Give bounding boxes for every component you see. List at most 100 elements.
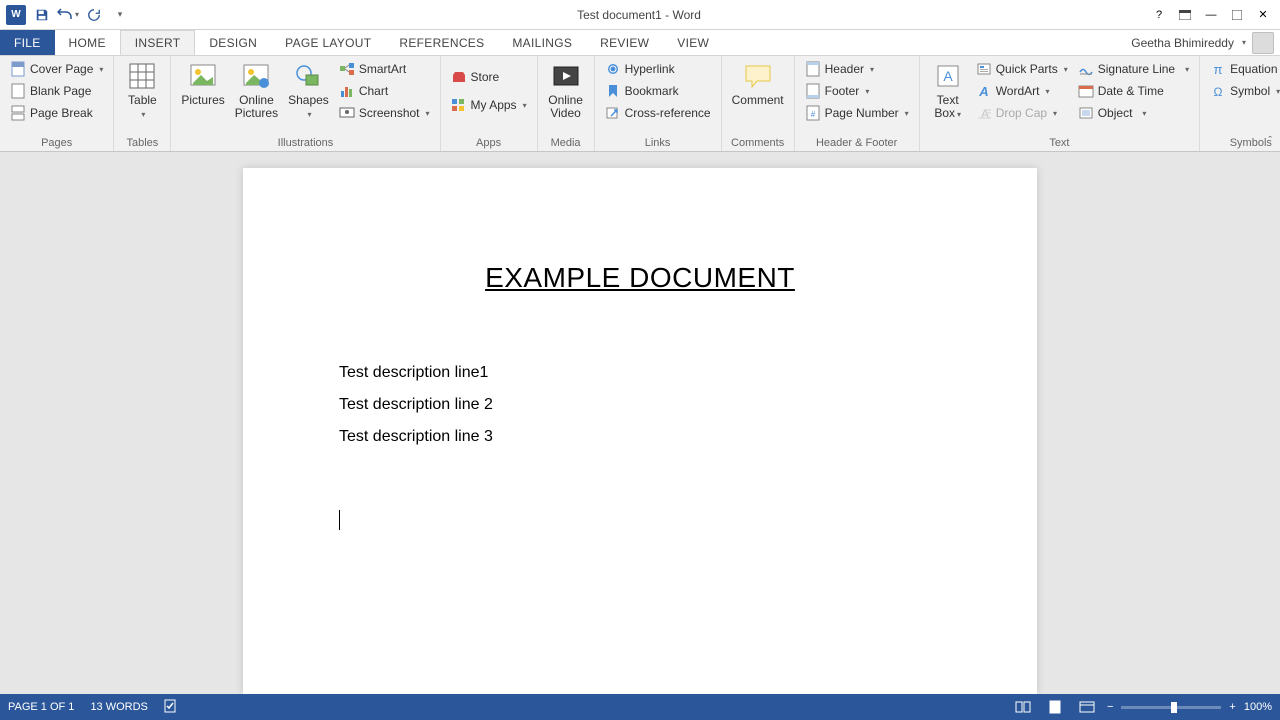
page-number-button[interactable]: #Page Number▾ <box>801 102 913 124</box>
pictures-button[interactable]: Pictures <box>177 58 228 109</box>
cross-reference-icon <box>605 105 621 121</box>
drop-cap-button[interactable]: ADrop Cap▾ <box>972 102 1072 124</box>
tab-references[interactable]: REFERENCES <box>385 30 498 55</box>
user-area[interactable]: Geetha Bhimireddy ▾ <box>1131 30 1280 55</box>
comment-button[interactable]: Comment <box>728 58 788 109</box>
screenshot-icon <box>339 105 355 121</box>
group-media: OnlineVideo Media <box>538 56 595 151</box>
zoom-slider[interactable] <box>1121 706 1221 709</box>
header-icon <box>805 61 821 77</box>
zoom-level[interactable]: 100% <box>1244 701 1272 713</box>
status-page[interactable]: PAGE 1 OF 1 <box>8 701 74 713</box>
group-label: Illustrations <box>177 137 433 151</box>
object-icon <box>1078 105 1094 121</box>
undo-button[interactable]: ▾ <box>56 3 80 27</box>
tab-review[interactable]: REVIEW <box>586 30 663 55</box>
print-layout-button[interactable] <box>1043 697 1067 717</box>
bookmark-icon <box>605 83 621 99</box>
symbol-button[interactable]: ΩSymbol▾ <box>1206 80 1280 102</box>
avatar[interactable] <box>1252 32 1274 54</box>
document-line[interactable]: Test description line 3 <box>339 428 941 446</box>
quick-parts-button[interactable]: Quick Parts▾ <box>972 58 1072 80</box>
maximize-button[interactable] <box>1224 4 1250 26</box>
document-line[interactable]: Test description line1 <box>339 364 941 382</box>
ribbon-tabs: FILE HOME INSERT DESIGN PAGE LAYOUT REFE… <box>0 30 1280 56</box>
my-apps-icon <box>451 97 467 113</box>
text-box-button[interactable]: ATextBox▾ <box>926 58 970 122</box>
group-label: Tables <box>120 137 164 151</box>
group-illustrations: Pictures OnlinePictures Shapes▾ SmartArt… <box>171 56 440 151</box>
group-header-footer: Header▾ Footer▾ #Page Number▾ Header & F… <box>795 56 920 151</box>
object-button[interactable]: Object▾ <box>1074 102 1193 124</box>
group-tables: Table▾ Tables <box>114 56 171 151</box>
read-mode-button[interactable] <box>1011 697 1035 717</box>
tab-design[interactable]: DESIGN <box>195 30 271 55</box>
group-label: Links <box>601 137 715 151</box>
wordart-button[interactable]: AWordArt▾ <box>972 80 1072 102</box>
save-button[interactable] <box>30 3 54 27</box>
screenshot-button[interactable]: Screenshot▾ <box>335 102 434 124</box>
collapse-ribbon-button[interactable]: ˆ <box>1268 135 1272 147</box>
web-layout-button[interactable] <box>1075 697 1099 717</box>
document-line[interactable]: Test description line 2 <box>339 396 941 414</box>
page-number-icon: # <box>805 105 821 121</box>
close-button[interactable]: ✕ <box>1250 4 1276 26</box>
blank-page-button[interactable]: Blank Page <box>6 80 107 102</box>
blank-page-icon <box>10 83 26 99</box>
shapes-button[interactable]: Shapes▾ <box>284 58 333 122</box>
pictures-icon <box>187 60 219 92</box>
header-button[interactable]: Header▾ <box>801 58 913 80</box>
minimize-button[interactable]: — <box>1198 4 1224 26</box>
online-pictures-button[interactable]: OnlinePictures <box>231 58 282 122</box>
window-title: Test document1 - Word <box>132 8 1146 22</box>
group-label: Header & Footer <box>801 137 913 151</box>
status-words[interactable]: 13 WORDS <box>90 701 147 713</box>
wordart-icon: A <box>976 83 992 99</box>
tab-file[interactable]: FILE <box>0 30 55 55</box>
redo-button[interactable] <box>82 3 106 27</box>
table-button[interactable]: Table▾ <box>120 58 164 122</box>
footer-button[interactable]: Footer▾ <box>801 80 913 102</box>
date-time-button[interactable]: Date & Time <box>1074 80 1193 102</box>
bookmark-button[interactable]: Bookmark <box>601 80 715 102</box>
group-apps: Store My Apps▾ Apps <box>441 56 538 151</box>
cross-reference-button[interactable]: Cross-reference <box>601 102 715 124</box>
group-label: Text <box>926 137 1193 151</box>
qat-customize[interactable]: ▾ <box>108 3 132 27</box>
tab-insert[interactable]: INSERT <box>120 30 196 55</box>
group-links: Hyperlink Bookmark Cross-reference Links <box>595 56 722 151</box>
my-apps-button[interactable]: My Apps▾ <box>447 94 531 116</box>
svg-text:π: π <box>1214 62 1223 76</box>
zoom-in-button[interactable]: + <box>1229 701 1235 713</box>
cover-page-button[interactable]: Cover Page▾ <box>6 58 107 80</box>
smartart-button[interactable]: SmartArt <box>335 58 434 80</box>
smartart-icon <box>339 61 355 77</box>
tab-home[interactable]: HOME <box>55 30 120 55</box>
text-cursor <box>339 510 340 530</box>
page-break-button[interactable]: Page Break <box>6 102 107 124</box>
chart-button[interactable]: Chart <box>335 80 434 102</box>
store-button[interactable]: Store <box>447 66 531 88</box>
group-label: Apps <box>447 137 531 151</box>
help-button[interactable]: ? <box>1146 4 1172 26</box>
signature-line-button[interactable]: Signature Line▾ <box>1074 58 1193 80</box>
tab-page-layout[interactable]: PAGE LAYOUT <box>271 30 385 55</box>
spell-check-icon[interactable] <box>164 699 180 716</box>
document-page[interactable]: EXAMPLE DOCUMENT Test description line1 … <box>243 168 1037 694</box>
document-area[interactable]: EXAMPLE DOCUMENT Test description line1 … <box>0 152 1280 694</box>
equation-button[interactable]: πEquation▾ <box>1206 58 1280 80</box>
tab-view[interactable]: VIEW <box>663 30 723 55</box>
document-heading[interactable]: EXAMPLE DOCUMENT <box>339 262 941 294</box>
hyperlink-button[interactable]: Hyperlink <box>601 58 715 80</box>
online-video-button[interactable]: OnlineVideo <box>544 58 588 122</box>
status-bar: PAGE 1 OF 1 13 WORDS − + 100% <box>0 694 1280 720</box>
svg-text:A: A <box>943 68 953 84</box>
ribbon-display-button[interactable] <box>1172 4 1198 26</box>
comment-icon <box>742 60 774 92</box>
ribbon: Cover Page▾ Blank Page Page Break Pages … <box>0 56 1280 152</box>
page-break-icon <box>10 105 26 121</box>
quick-parts-icon <box>976 61 992 77</box>
video-icon <box>550 60 582 92</box>
zoom-out-button[interactable]: − <box>1107 701 1113 713</box>
tab-mailings[interactable]: MAILINGS <box>498 30 586 55</box>
